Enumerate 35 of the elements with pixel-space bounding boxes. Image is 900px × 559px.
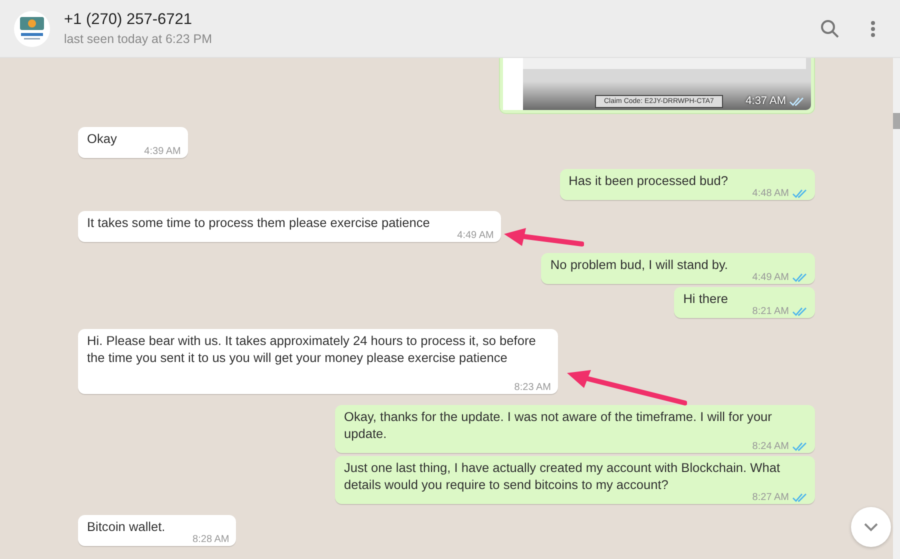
message-text: It takes some time to process them please exercise patience bbox=[87, 215, 430, 230]
message-time: 4:37 AM bbox=[746, 95, 786, 107]
message-time: 8:27 AM bbox=[752, 492, 789, 503]
message-bubble[interactable]: No problem bud, I will stand by. 4:49 AM bbox=[541, 253, 815, 284]
message-time: 4:49 AM bbox=[752, 272, 789, 283]
chevron-down-icon bbox=[863, 522, 879, 532]
message-bubble[interactable]: Hi there 8:21 AM bbox=[674, 287, 815, 318]
message-bubble[interactable]: Just one last thing, I have actually created my account with Blockchain. What details would you require to send bitcoins to my account? 8:27 AM bbox=[335, 456, 815, 504]
last-seen-status: last seen today at 6:23 PM bbox=[64, 30, 212, 48]
message-text: Bitcoin wallet. bbox=[87, 519, 166, 534]
message-bubble[interactable]: Has it been processed bud? 4:48 AM bbox=[560, 169, 815, 200]
message-bubble[interactable]: Okay 4:39 AM bbox=[78, 127, 188, 158]
message-text: Hi there bbox=[683, 291, 728, 306]
contact-name: +1 (270) 257-6721 bbox=[64, 10, 193, 30]
menu-icon[interactable] bbox=[870, 20, 876, 38]
message-text: Hi. Please bear with us. It takes approximately 24 hours to process it, so before the time you sent it to us you will get your money please exercise patience bbox=[87, 333, 536, 365]
message-time: 8:23 AM bbox=[514, 382, 551, 393]
message-text: Okay, thanks for the update. I was not aware of the timeframe. I will for your update. bbox=[344, 409, 772, 441]
scrollbar[interactable] bbox=[893, 58, 900, 559]
message-text: Just one last thing, I have actually created my account with Blockchain. What details would you require to send bitcoins to my account? bbox=[344, 460, 780, 492]
message-time: 4:49 AM bbox=[457, 230, 494, 241]
message-time: 4:48 AM bbox=[752, 188, 789, 199]
message-bubble[interactable]: It takes some time to process them please exercise patience 4:49 AM bbox=[78, 211, 501, 242]
message-time: 8:28 AM bbox=[192, 534, 230, 545]
message-text: Has it been processed bud? bbox=[568, 173, 728, 188]
message-bubble[interactable]: Hi. Please bear with us. It takes approximately 24 hours to process it, so before the time you sent it to us you will get your money please exercise patience 8:23 AM bbox=[78, 329, 558, 394]
message-text: No problem bud, I will stand by. bbox=[550, 257, 728, 272]
message-time: 4:39 AM bbox=[144, 146, 181, 157]
search-icon[interactable] bbox=[820, 18, 840, 38]
message-bubble[interactable]: Bitcoin wallet. 8:28 AM bbox=[78, 515, 236, 546]
message-time: 8:21 AM bbox=[752, 306, 789, 317]
message-bubble[interactable]: Okay, thanks for the update. I was not aware of the timeframe. I will for your update. 8:24 AM bbox=[335, 405, 815, 453]
message-time: 8:24 AM bbox=[752, 441, 789, 452]
contact-avatar-icon[interactable] bbox=[14, 10, 50, 46]
message-text: Okay bbox=[87, 131, 117, 146]
